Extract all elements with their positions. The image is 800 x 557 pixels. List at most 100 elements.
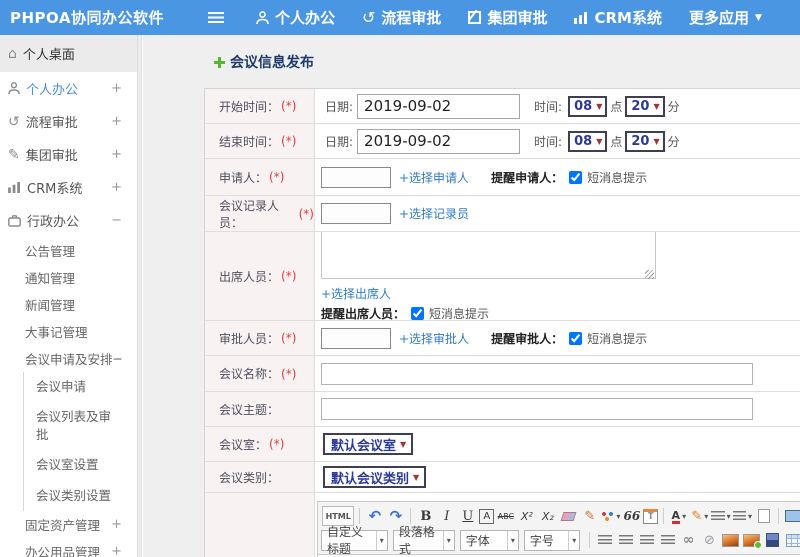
meeting-name-input[interactable] (321, 362, 753, 385)
nav-workflow-approval[interactable]: ↺ 流程审批 (362, 7, 441, 28)
unlink-icon[interactable]: ⊘ (700, 530, 719, 550)
meeting-room-select[interactable]: 默认会议室 ▼ (323, 433, 414, 455)
sidebar-group-fixed-assets[interactable]: 固定资产管理 + (0, 511, 137, 538)
required-star: (*) (269, 170, 285, 184)
sidebar-group-workflow-approval[interactable]: ↺ 流程审批 + (0, 105, 137, 138)
end-minute-select[interactable]: 20 ▼ (625, 130, 665, 152)
sidebar-group-crm[interactable]: CRM系统 + (0, 171, 137, 204)
sidebar-item-desktop[interactable]: ⌂ 个人桌面 (0, 35, 137, 72)
choose-attendees-link[interactable]: +选择出席人 (321, 285, 391, 302)
sms-remind-checkbox[interactable] (411, 307, 425, 320)
custom-title-select[interactable]: 自定义标题 ▾ (321, 525, 388, 556)
sidebar-item-news-mgmt[interactable]: 新闻管理 (0, 291, 137, 318)
sidebar-group-label: 办公用品管理 (25, 544, 101, 557)
italic-icon[interactable]: I (437, 506, 456, 526)
new-page-icon[interactable] (754, 506, 773, 526)
subscript-icon[interactable]: X₂ (538, 506, 557, 526)
sms-label: 短消息提示 (587, 170, 648, 185)
end-hour-select[interactable]: 08 ▼ (568, 130, 608, 152)
superscript-icon[interactable]: X² (517, 506, 536, 526)
sidebar-item-meeting-category-settings[interactable]: 会议类别设置 (24, 481, 119, 511)
eraser-icon[interactable] (559, 506, 578, 526)
expand-icon[interactable]: + (111, 517, 122, 532)
nav-more-apps[interactable]: 更多应用 ▼ (689, 7, 762, 28)
align-right-icon[interactable] (637, 530, 656, 550)
font-family-select[interactable]: 字体 ▾ (459, 529, 519, 551)
sidebar-scrollbar[interactable] (137, 35, 142, 557)
minute-unit: 分 (667, 134, 680, 149)
approver-input[interactable] (321, 327, 391, 349)
link-icon[interactable]: ∞ (679, 530, 698, 550)
align-left-icon[interactable] (595, 530, 614, 550)
sidebar-item-notice-mgmt[interactable]: 通知管理 (0, 264, 137, 291)
start-date-input[interactable] (357, 93, 521, 119)
collapse-icon[interactable]: − (111, 213, 122, 228)
image-icon[interactable] (721, 530, 740, 550)
fullscreen-icon[interactable] (784, 506, 800, 526)
album-icon[interactable] (742, 530, 762, 550)
page-title: 会议信息发布 (213, 52, 314, 72)
meeting-category-select[interactable]: 默认会议类别 ▼ (323, 466, 427, 488)
hour-unit: 点 (610, 134, 623, 149)
sidebar-group-personal-office[interactable]: 个人办公 + (0, 72, 137, 105)
underline-icon[interactable]: U (458, 506, 477, 526)
meeting-topic-input[interactable] (321, 398, 753, 420)
media-icon[interactable] (763, 530, 782, 550)
choose-approver-link[interactable]: +选择审批人 (399, 330, 469, 347)
nav-crm-system[interactable]: CRM系统 (574, 7, 662, 28)
start-minute-select[interactable]: 20 ▼ (625, 95, 665, 117)
sms-remind-checkbox[interactable] (569, 170, 583, 184)
start-hour-select[interactable]: 08 ▼ (568, 95, 608, 117)
expand-icon[interactable]: + (111, 81, 122, 96)
strikethrough-icon[interactable]: ABC (496, 506, 515, 526)
nav-group-approval[interactable]: 集团审批 (468, 7, 547, 28)
blockquote-icon[interactable]: 66 (622, 506, 641, 526)
rich-text-editor: HTML ↶ ↷ B I U A ABC X² X₂ ✎ ▾ 66 T A ▾ … (317, 501, 800, 557)
sidebar-item-announcement-mgmt[interactable]: 公告管理 (0, 237, 137, 264)
menu-icon[interactable] (208, 12, 224, 23)
field-value: 默认会议室 ▼ (315, 427, 800, 461)
paste-as-text-icon[interactable]: T (643, 508, 659, 524)
dropdown-arrow-icon: ▼ (400, 439, 407, 449)
field-label: 会议类别： (205, 462, 315, 492)
expand-icon[interactable]: + (111, 114, 122, 129)
attendees-textarea[interactable] (321, 232, 656, 279)
font-color-icon[interactable]: A ▾ (669, 506, 688, 526)
sidebar-group-label: CRM系统 (27, 182, 83, 197)
unordered-list-icon[interactable]: ▾ (732, 506, 752, 526)
sidebar-item-meeting-list-approval[interactable]: 会议列表及审批 (24, 402, 119, 450)
highlight-pen-icon[interactable]: ✎ ▾ (690, 506, 709, 526)
sidebar: ⌂ 个人桌面 个人办公 + ↺ 流程审批 + ✎ 集团审批 + CRM系统 + (0, 35, 137, 557)
sidebar-group-meeting-request[interactable]: 会议申请及安排 − (0, 345, 137, 372)
justify-icon[interactable] (658, 530, 677, 550)
expand-icon[interactable]: + (111, 544, 122, 557)
field-label (205, 493, 315, 557)
resize-grip-icon[interactable] (645, 270, 654, 279)
choose-recorder-link[interactable]: +选择记录员 (399, 205, 469, 222)
expand-icon[interactable]: + (111, 180, 122, 195)
end-date-input[interactable] (357, 128, 521, 154)
format-brush-icon[interactable]: ✎ (580, 506, 599, 526)
paragraph-format-select[interactable]: 段落格式 ▾ (392, 525, 455, 556)
sidebar-group-office-supplies[interactable]: 办公用品管理 + (0, 538, 137, 557)
align-center-icon[interactable] (616, 530, 635, 550)
sms-remind-checkbox[interactable] (569, 331, 583, 345)
ordered-list-icon[interactable]: ▾ (711, 506, 731, 526)
font-border-icon[interactable]: A (479, 508, 495, 524)
sidebar-group-group-approval[interactable]: ✎ 集团审批 + (0, 138, 137, 171)
font-size-select[interactable]: 字号 ▾ (523, 529, 581, 551)
expand-icon[interactable]: + (111, 147, 122, 162)
applicant-input[interactable] (321, 166, 391, 188)
recorder-input[interactable] (321, 203, 391, 224)
sidebar-item-memorabilia-mgmt[interactable]: 大事记管理 (0, 318, 137, 345)
sidebar-item-meeting-apply[interactable]: 会议申请 (24, 372, 119, 402)
form-row-start-time: 开始时间：(*) 日期: 时间: 08 ▼ 点 20 ▼ 分 (205, 89, 800, 124)
sidebar-group-admin-office[interactable]: 行政办公 − (0, 204, 137, 237)
choose-applicant-link[interactable]: +选择申请人 (399, 169, 469, 186)
sidebar-item-meeting-room-settings[interactable]: 会议室设置 (24, 450, 119, 480)
table-icon[interactable] (784, 530, 800, 550)
form-row-applicant: 申请人： (*) +选择申请人 提醒申请人： 短消息提示 (205, 159, 800, 196)
nav-personal-office[interactable]: 个人办公 (256, 7, 335, 28)
field-label: 结束时间： (*) (205, 124, 315, 158)
doodle-icon[interactable]: ▾ (601, 506, 620, 526)
